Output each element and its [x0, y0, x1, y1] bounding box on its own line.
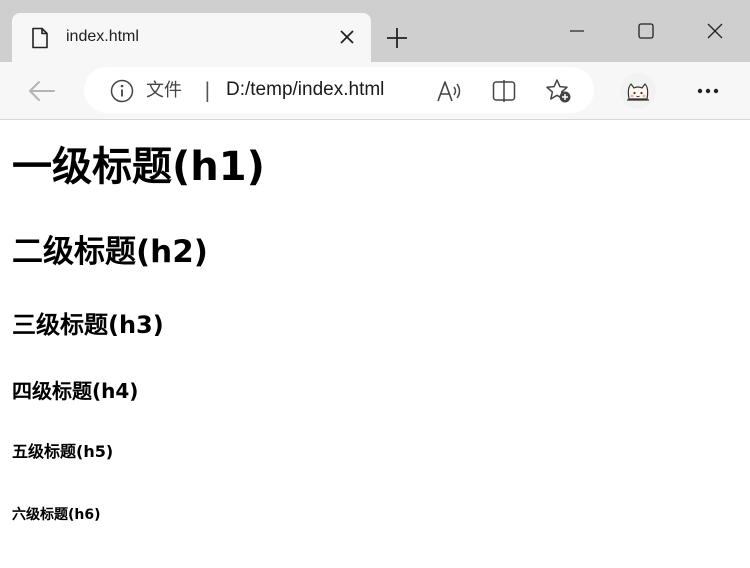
browser-toolbar: 文件 | D:/temp/index.html: [0, 62, 750, 120]
split-screen-icon[interactable]: [489, 77, 519, 105]
add-favorite-icon[interactable]: [544, 77, 574, 105]
heading-h1: 一级标题(h1): [12, 144, 265, 190]
file-icon: [30, 27, 50, 49]
url-text[interactable]: D:/temp/index.html: [226, 79, 384, 101]
page-content: 一级标题(h1) 二级标题(h2) 三级标题(h3) 四级标题(h4) 五级标题…: [0, 120, 750, 568]
back-arrow-icon[interactable]: [24, 76, 58, 106]
minimize-icon[interactable]: [554, 14, 600, 48]
heading-h2: 二级标题(h2): [12, 234, 208, 270]
heading-h5: 五级标题(h5): [12, 442, 114, 461]
profile-avatar-icon[interactable]: [620, 73, 656, 109]
maximize-icon[interactable]: [623, 14, 669, 48]
tab-close-icon[interactable]: [335, 25, 359, 49]
tab-index-html[interactable]: index.html: [12, 13, 371, 62]
heading-h6: 六级标题(h6): [12, 507, 101, 523]
tab-title: index.html: [66, 28, 139, 45]
browser-window: index.html 文件 | D:/temp/index.html 一级标题(…: [0, 0, 750, 568]
heading-h3: 三级标题(h3): [12, 311, 164, 339]
more-options-icon[interactable]: [692, 76, 724, 106]
new-tab-icon[interactable]: [383, 24, 411, 52]
info-icon[interactable]: [110, 79, 134, 103]
address-bar[interactable]: 文件 | D:/temp/index.html: [84, 67, 594, 113]
window-close-icon[interactable]: [692, 14, 738, 48]
read-aloud-icon[interactable]: [435, 77, 465, 105]
heading-h4: 四级标题(h4): [12, 379, 139, 403]
address-separator: |: [204, 78, 211, 102]
tab-strip: index.html: [0, 0, 750, 62]
site-info-label[interactable]: 文件: [146, 80, 182, 102]
